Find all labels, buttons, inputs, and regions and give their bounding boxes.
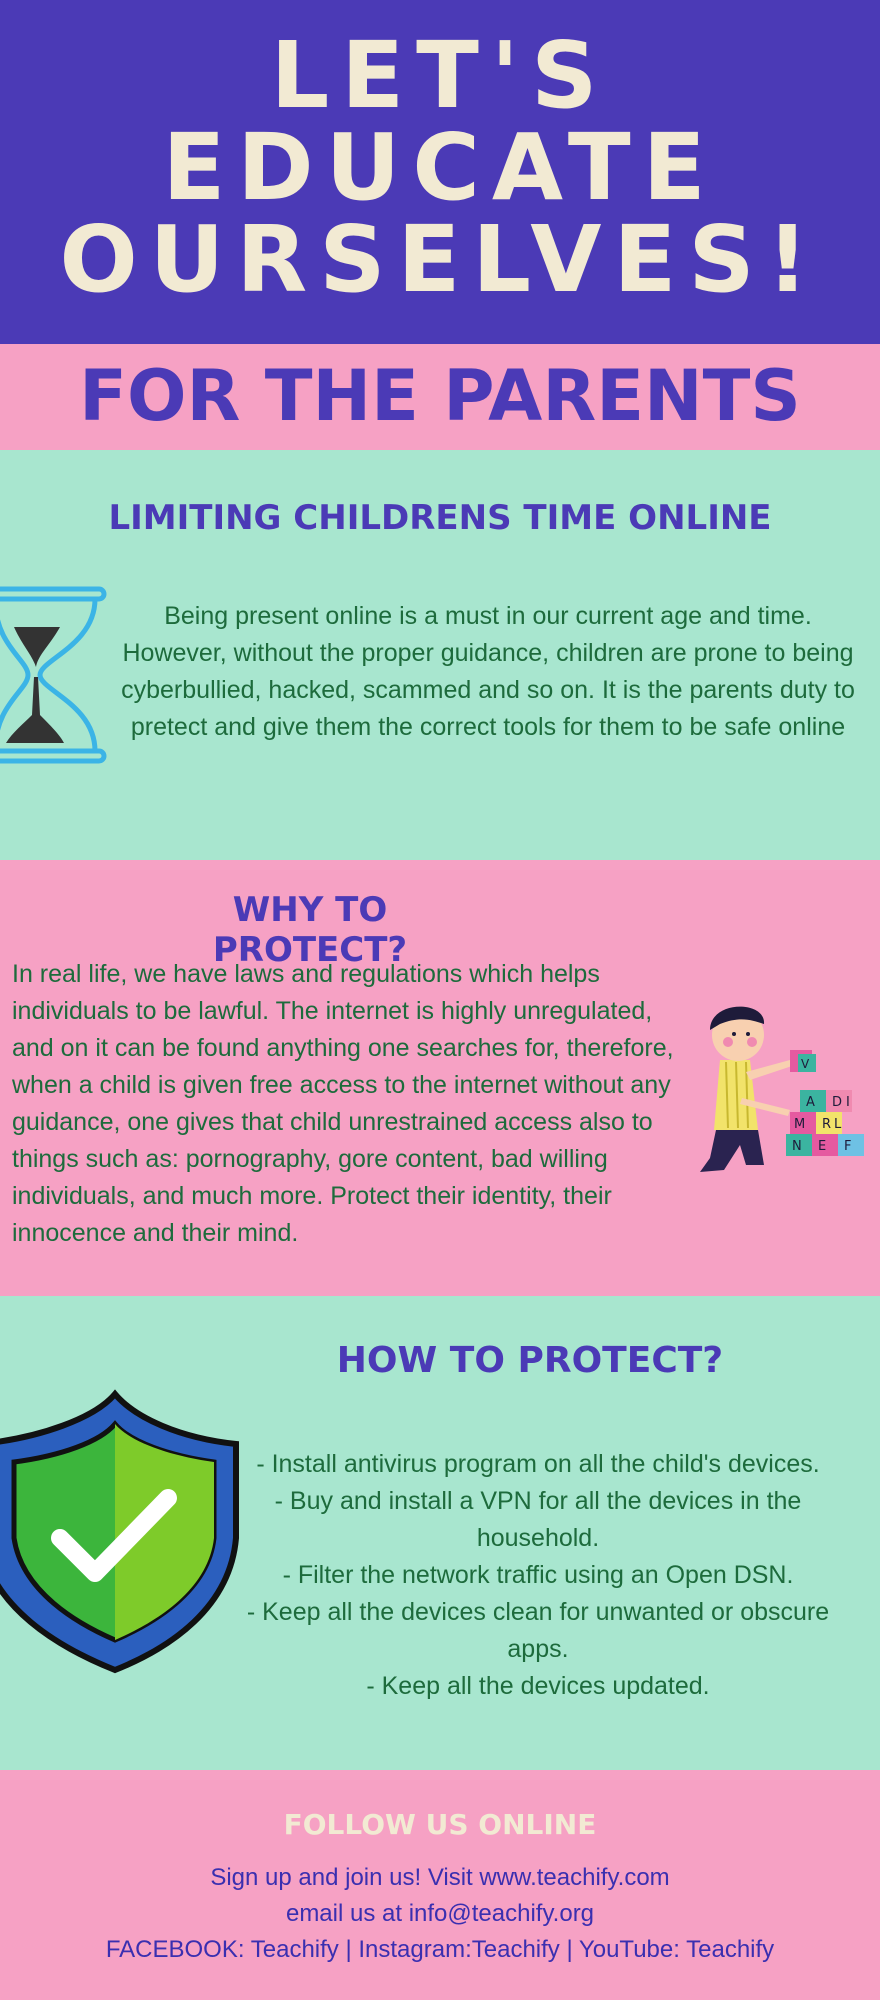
block-letter: A <box>806 1095 815 1110</box>
shield-check-icon <box>0 1389 239 1674</box>
how-protect-list: - Install antivirus program on all the c… <box>228 1446 848 1705</box>
block-letter: I <box>846 1095 850 1110</box>
signup-line[interactable]: Sign up and join us! Visit www.teachify.… <box>0 1860 880 1896</box>
social-line[interactable]: FACEBOOK: Teachify | Instagram:Teachify … <box>0 1932 880 1968</box>
child-with-blocks-illustration: V A D I M R L N E F <box>700 1006 864 1172</box>
paragraph-line: things such as: pornography, gore conten… <box>12 1145 608 1173</box>
list-item: - Filter the network traffic using an Op… <box>282 1561 794 1589</box>
hourglass-icon <box>0 586 107 764</box>
limit-time-section: LIMITING CHILDRENS TIME ONLINE Being pre… <box>0 450 880 860</box>
block-letter: V <box>801 1057 810 1071</box>
title-line: EDUCATE <box>162 114 718 221</box>
parents-banner: FOR THE PARENTS <box>0 344 880 450</box>
limit-time-heading: LIMITING CHILDRENS TIME ONLINE <box>108 498 772 538</box>
email-line[interactable]: email us at info@teachify.org <box>0 1896 880 1932</box>
list-item: - Keep all the devices updated. <box>366 1672 710 1700</box>
title-line: LET'S <box>270 22 610 129</box>
paragraph-line: and on it can be found anything one sear… <box>12 1034 674 1062</box>
list-item: - Keep all the devices clean for unwante… <box>246 1598 830 1626</box>
contact-info: Sign up and join us! Visit www.teachify.… <box>0 1860 880 1968</box>
paragraph-line: individuals to be lawful. The internet i… <box>12 997 653 1025</box>
hero-banner: LET'S EDUCATE OURSELVES! <box>0 0 880 344</box>
paragraph-line: innocence and their mind. <box>12 1219 299 1247</box>
title-line: OURSELVES! <box>59 206 821 313</box>
paragraph-line: Being present online is a must in our cu… <box>164 602 812 630</box>
list-item: apps. <box>507 1635 569 1663</box>
block-letter: M <box>794 1117 805 1132</box>
paragraph-line: cyberbullied, hacked, scammed and so on.… <box>121 676 855 704</box>
list-item: household. <box>476 1524 600 1552</box>
paragraph-line: In real life, we have laws and regulatio… <box>12 960 600 988</box>
how-protect-heading: HOW TO PROTECT? <box>336 1340 724 1381</box>
paragraph-line: when a child is given free access to the… <box>12 1071 671 1099</box>
block-letter: D <box>832 1095 842 1110</box>
block-letter: R <box>822 1117 831 1132</box>
paragraph-line: individuals, and much more. Protect thei… <box>12 1182 612 1210</box>
limit-time-paragraph: Being present online is a must in our cu… <box>108 598 868 746</box>
block-letter: N <box>792 1139 802 1154</box>
list-item: - Install antivirus program on all the c… <box>256 1450 820 1478</box>
why-protect-paragraph: In real life, we have laws and regulatio… <box>12 956 694 1252</box>
how-protect-section: HOW TO PROTECT? - Install antivirus prog… <box>0 1296 880 1770</box>
block-letter: E <box>818 1139 826 1154</box>
paragraph-line: guidance, one gives that child unrestrai… <box>12 1108 653 1136</box>
parents-heading: FOR THE PARENTS <box>79 355 801 437</box>
block-letter: F <box>844 1139 851 1154</box>
main-title: LET'S EDUCATE OURSELVES! <box>0 30 880 306</box>
follow-section: FOLLOW US ONLINE Sign up and join us! Vi… <box>0 1770 880 2000</box>
paragraph-line: However, without the proper guidance, ch… <box>122 639 854 667</box>
follow-heading: FOLLOW US ONLINE <box>283 1808 597 1841</box>
why-protect-section: WHY TO PROTECT? In real life, we have la… <box>0 860 880 1296</box>
list-item: - Buy and install a VPN for all the devi… <box>274 1487 802 1515</box>
block-letter: L <box>834 1117 842 1132</box>
paragraph-line: pretect and give them the correct tools … <box>130 713 846 741</box>
